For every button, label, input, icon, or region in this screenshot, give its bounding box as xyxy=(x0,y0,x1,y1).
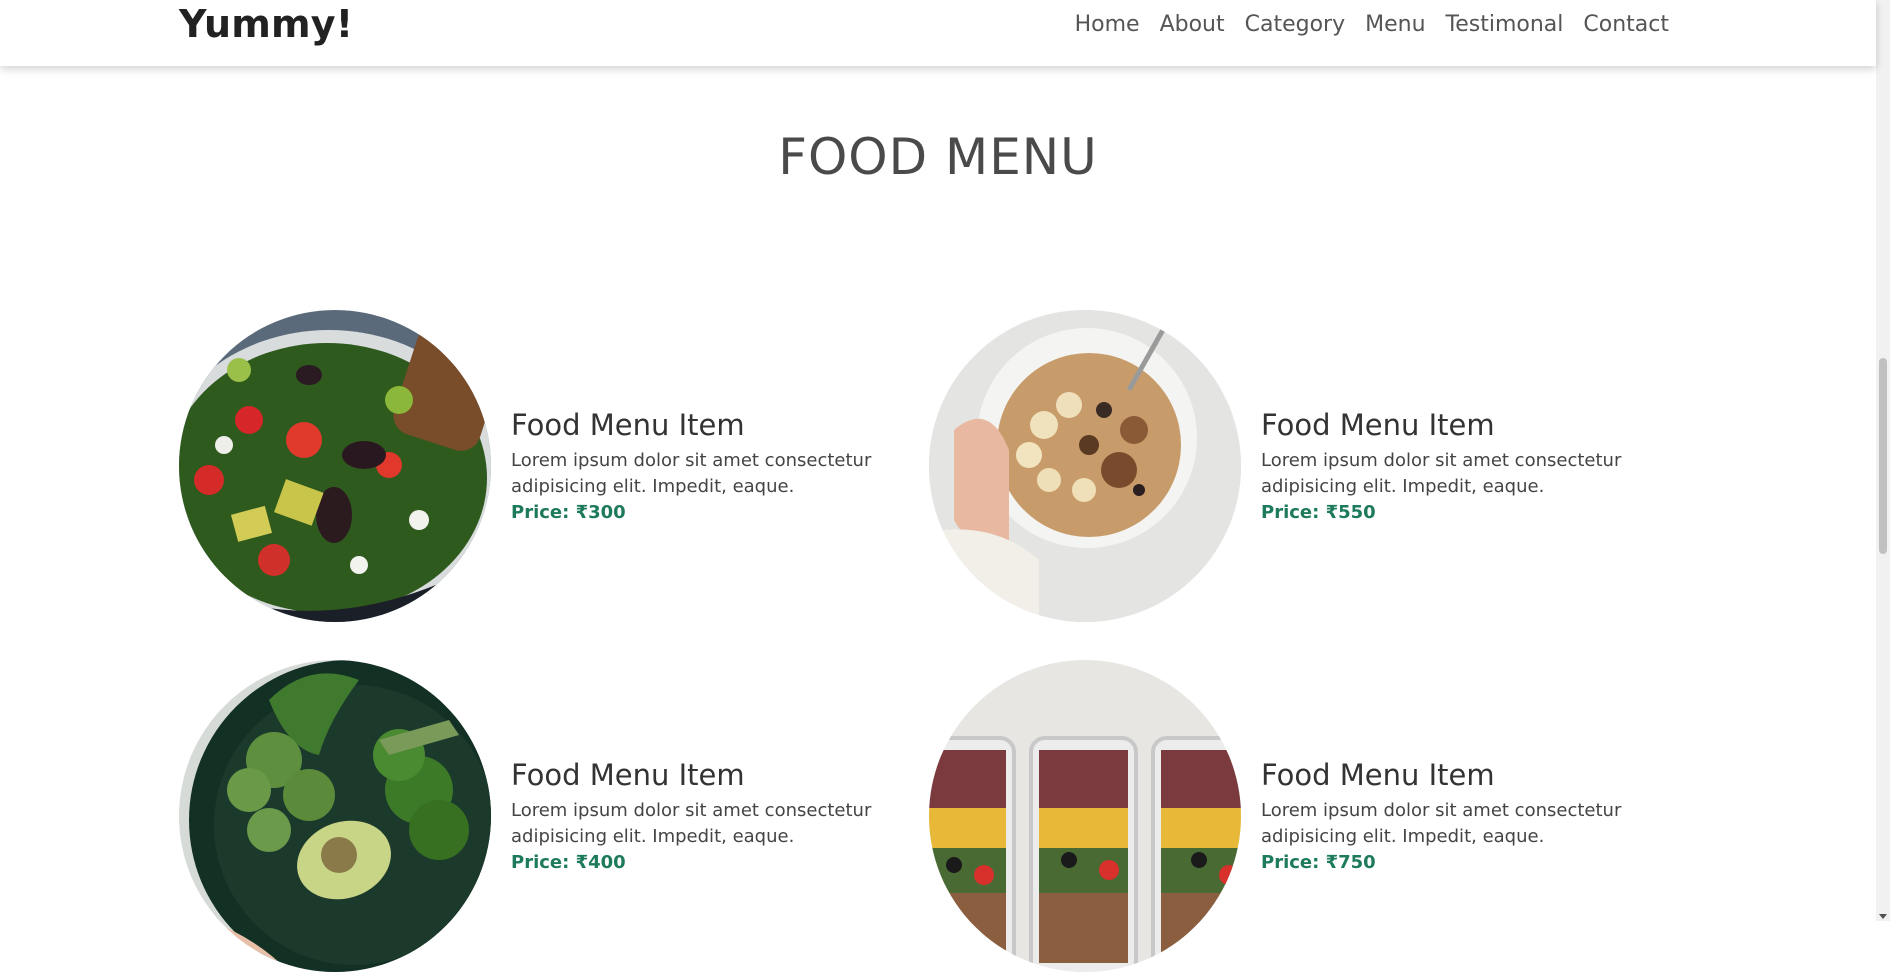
salad-bowl-image xyxy=(179,310,491,622)
desc-line: adipisicing elit. Impedit, eaque. xyxy=(511,826,795,847)
menu-item-description: Lorem ipsum dolor sit amet consectetur a… xyxy=(511,798,911,850)
nav-about[interactable]: About xyxy=(1150,12,1235,37)
menu-item-price: Price: ₹300 xyxy=(511,502,626,523)
menu-item: Food Menu Item Lorem ipsum dolor sit ame… xyxy=(929,310,1649,622)
meal-prep-containers-image xyxy=(929,660,1241,972)
scroll-down-arrow-icon[interactable] xyxy=(1879,914,1887,919)
nav-links: Home About Category Menu Testimonal Cont… xyxy=(1065,12,1679,37)
section-title: FOOD MENU xyxy=(778,128,1098,186)
desc-line: adipisicing elit. Impedit, eaque. xyxy=(1261,826,1545,847)
navbar: Yummy! Home About Category Menu Testimon… xyxy=(0,0,1876,66)
menu-item-description: Lorem ipsum dolor sit amet consectetur a… xyxy=(1261,798,1661,850)
menu-item-text: Food Menu Item Lorem ipsum dolor sit ame… xyxy=(1261,408,1661,526)
menu-item-price: Price: ₹550 xyxy=(1261,502,1376,523)
menu-item-text: Food Menu Item Lorem ipsum dolor sit ame… xyxy=(511,758,911,876)
desc-line: adipisicing elit. Impedit, eaque. xyxy=(1261,476,1545,497)
nav-category[interactable]: Category xyxy=(1235,12,1356,37)
nav-contact[interactable]: Contact xyxy=(1573,12,1679,37)
menu-item-title: Food Menu Item xyxy=(511,408,745,442)
menu-item: Food Menu Item Lorem ipsum dolor sit ame… xyxy=(179,310,899,622)
menu-item: Food Menu Item Lorem ipsum dolor sit ame… xyxy=(179,660,899,972)
granola-bowl-image xyxy=(929,310,1241,622)
menu-item-text: Food Menu Item Lorem ipsum dolor sit ame… xyxy=(511,408,911,526)
menu-item-title: Food Menu Item xyxy=(1261,408,1495,442)
brand-logo[interactable]: Yummy! xyxy=(179,2,353,46)
desc-line: Lorem ipsum dolor sit amet consectetur xyxy=(1261,450,1622,471)
nav-home[interactable]: Home xyxy=(1065,12,1150,37)
menu-item-text: Food Menu Item Lorem ipsum dolor sit ame… xyxy=(1261,758,1661,876)
menu-item-price: Price: ₹400 xyxy=(511,852,626,873)
menu-item-title: Food Menu Item xyxy=(1261,758,1495,792)
desc-line: Lorem ipsum dolor sit amet consectetur xyxy=(511,800,872,821)
page-scrollbar[interactable] xyxy=(1876,0,1890,921)
scrollbar-thumb[interactable] xyxy=(1879,358,1887,554)
desc-line: adipisicing elit. Impedit, eaque. xyxy=(511,476,795,497)
menu-item-description: Lorem ipsum dolor sit amet consectetur a… xyxy=(1261,448,1661,500)
nav-menu[interactable]: Menu xyxy=(1355,12,1435,37)
menu-item-title: Food Menu Item xyxy=(511,758,745,792)
vegetable-bowl-image xyxy=(179,660,491,972)
desc-line: Lorem ipsum dolor sit amet consectetur xyxy=(511,450,872,471)
nav-testimonal[interactable]: Testimonal xyxy=(1436,12,1574,37)
menu-item: Food Menu Item Lorem ipsum dolor sit ame… xyxy=(929,660,1649,972)
menu-item-description: Lorem ipsum dolor sit amet consectetur a… xyxy=(511,448,911,500)
menu-item-price: Price: ₹750 xyxy=(1261,852,1376,873)
desc-line: Lorem ipsum dolor sit amet consectetur xyxy=(1261,800,1622,821)
